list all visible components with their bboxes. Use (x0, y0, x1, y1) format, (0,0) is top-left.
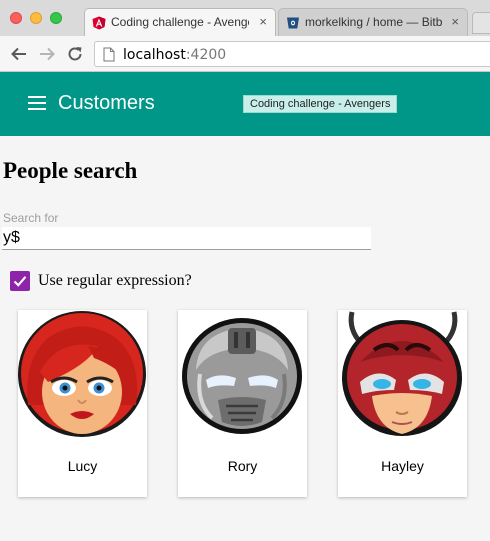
tab-title: Coding challenge - Avengers (111, 15, 249, 29)
bitbucket-icon (287, 17, 299, 29)
page-icon (103, 47, 115, 62)
ant-helmet-avatar (342, 311, 462, 436)
window-maximize-button[interactable] (50, 12, 62, 24)
regex-checkbox[interactable] (10, 271, 30, 291)
app-title: Customers (58, 92, 155, 114)
url-host: localhost (123, 47, 186, 63)
reload-icon (68, 47, 82, 61)
tab-close-icon[interactable]: × (451, 14, 459, 29)
back-button[interactable] (8, 43, 30, 65)
window-close-button[interactable] (10, 12, 22, 24)
menu-icon[interactable] (28, 96, 46, 110)
new-tab-button[interactable] (472, 12, 490, 34)
person-name: Hayley (381, 458, 424, 474)
address-bar[interactable]: localhost:4200 (94, 41, 490, 67)
search-input[interactable] (2, 227, 371, 250)
browser-tab-active[interactable]: Coding challenge - Avengers × (84, 8, 276, 36)
browser-tab-inactive[interactable]: morkelking / home — Bitbucket × (278, 8, 468, 36)
url-port: :4200 (185, 47, 227, 63)
search-label: Search for (3, 211, 59, 225)
person-name: Lucy (67, 458, 98, 474)
window-minimize-button[interactable] (30, 12, 42, 24)
browser-tabstrip: Coding challenge - Avengers × morkelking… (0, 0, 490, 36)
app-toolbar: Customers Coding challenge - Avengers (0, 72, 490, 136)
browser-toolbar: localhost:4200 (0, 36, 490, 72)
reload-button[interactable] (64, 43, 86, 65)
angular-icon (92, 16, 106, 30)
arrow-left-icon (11, 47, 26, 61)
person-card[interactable]: Lucy (18, 310, 147, 497)
red-haired-woman-avatar (18, 311, 146, 437)
tab-title: morkelking / home — Bitbucket (305, 15, 443, 29)
arrow-right-icon (40, 47, 55, 61)
page-title: People search (3, 158, 138, 183)
checkmark-icon (13, 276, 27, 287)
regex-checkbox-label: Use regular expression? (38, 272, 192, 289)
main-content: People search Search for Use regular exp… (0, 136, 490, 541)
forward-button[interactable] (36, 43, 58, 65)
war-machine-helmet-avatar (182, 318, 302, 434)
tab-close-icon[interactable]: × (259, 14, 267, 29)
app-badge: Coding challenge - Avengers (243, 95, 398, 113)
person-name: Rory (227, 458, 258, 474)
person-card[interactable]: Hayley (338, 310, 467, 497)
url-text: localhost:4200 (123, 47, 226, 63)
person-card[interactable]: Rory (178, 310, 307, 497)
